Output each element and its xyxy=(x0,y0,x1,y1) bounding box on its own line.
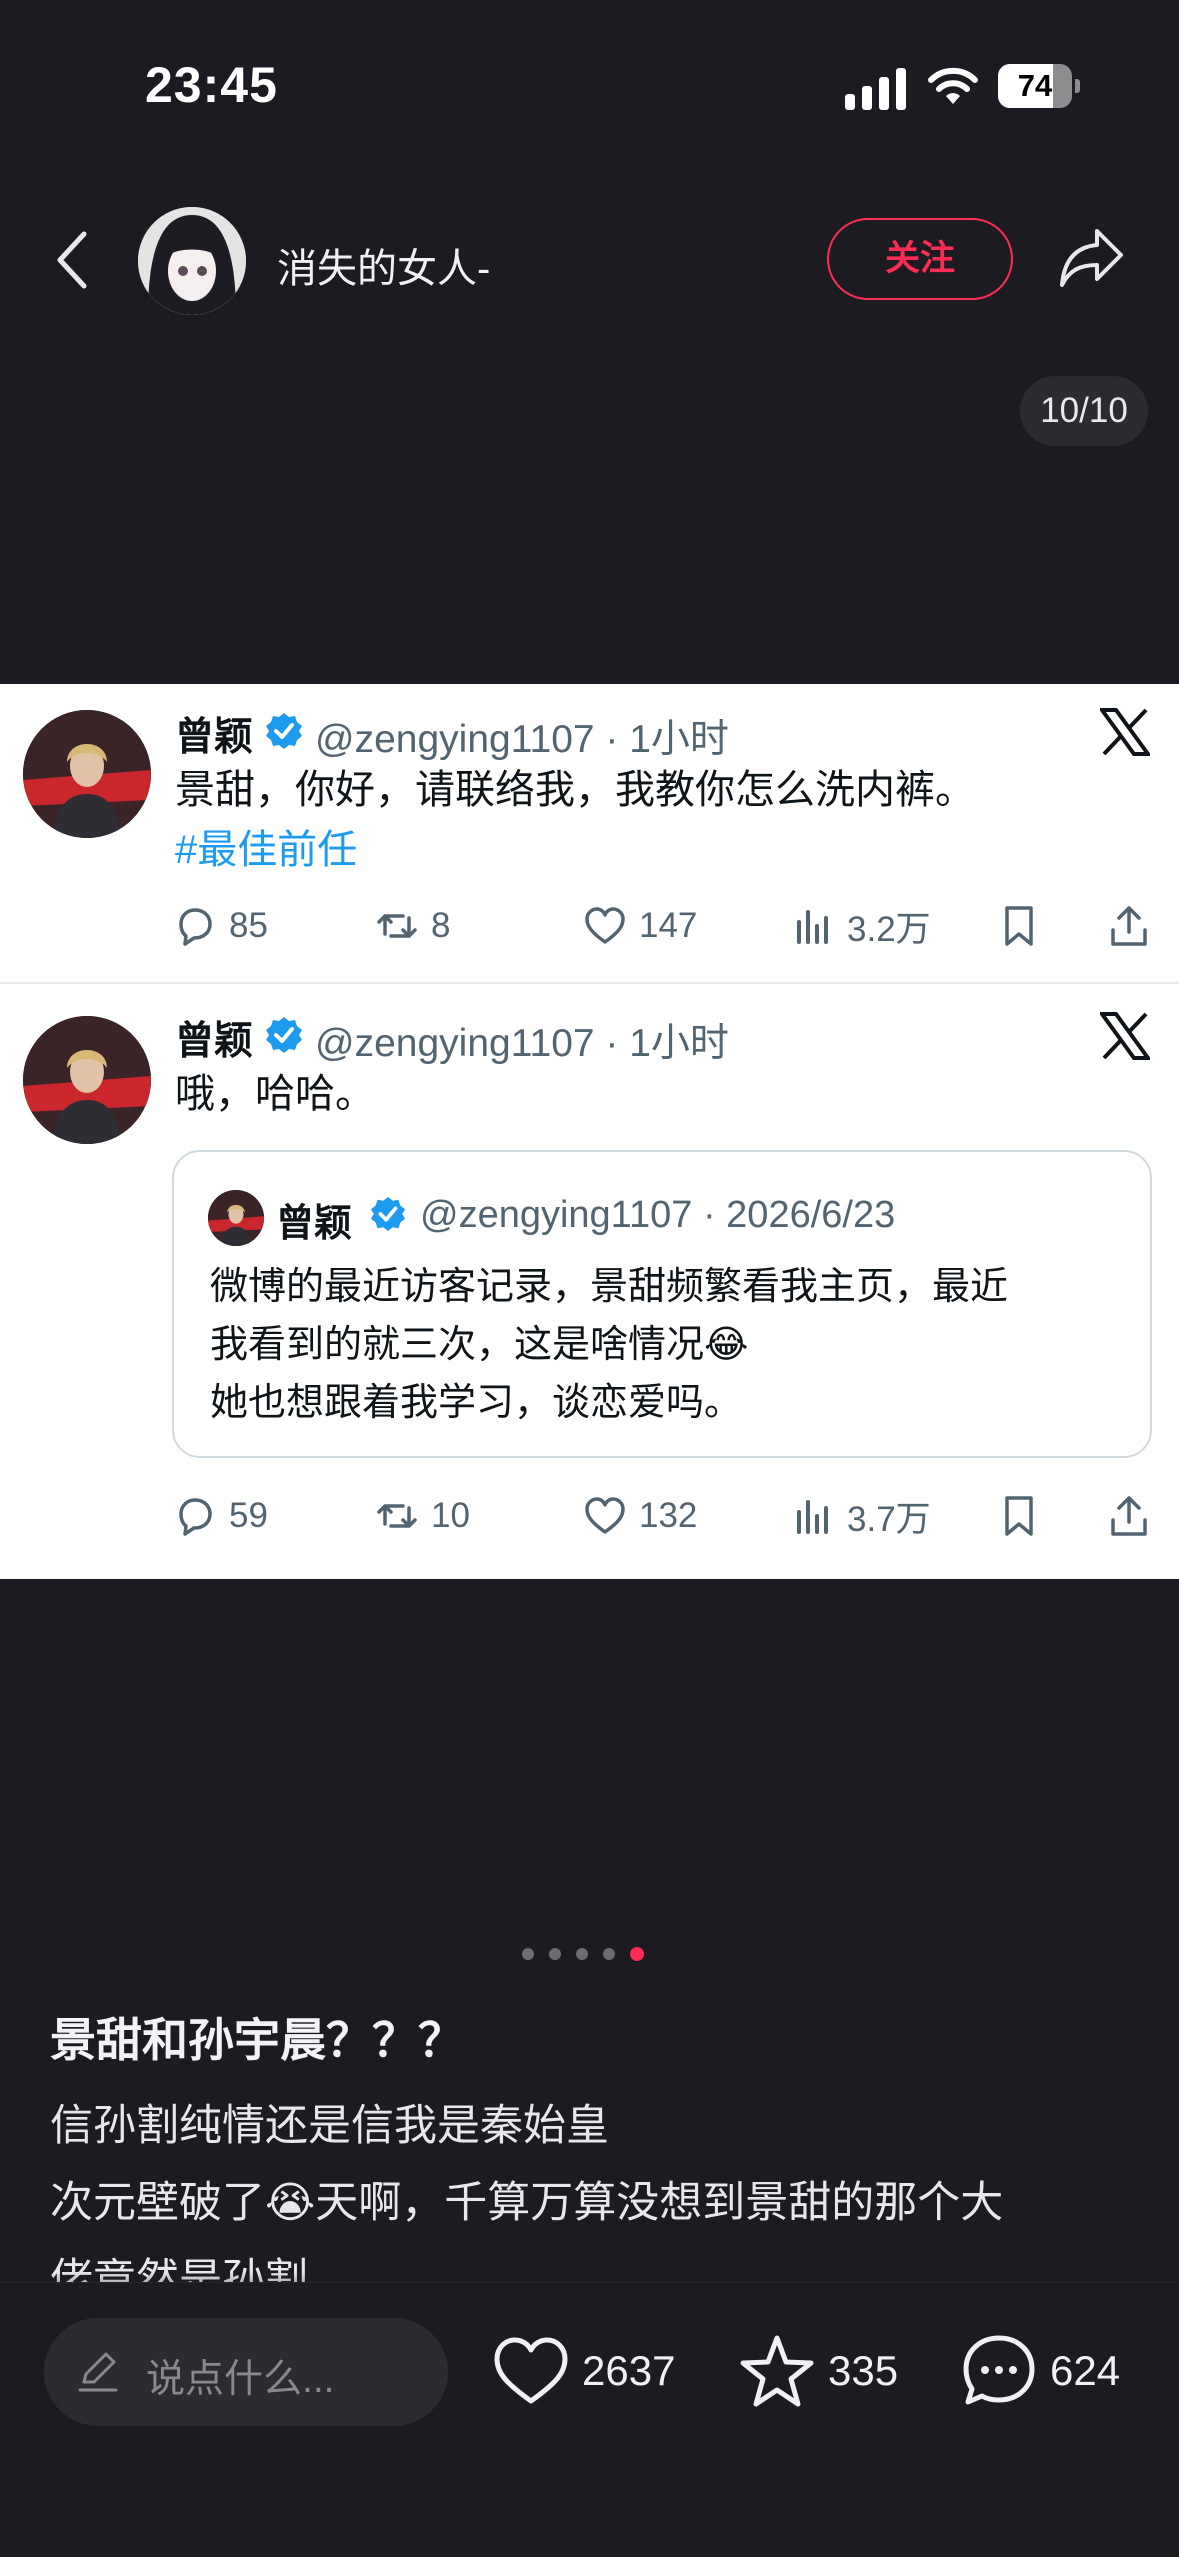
view-count: 3.7万 xyxy=(847,1499,931,1539)
x-logo-icon xyxy=(1100,1012,1150,1060)
x-logo-icon xyxy=(1100,708,1150,756)
comment-post-button[interactable]: 624 xyxy=(960,2321,1120,2421)
views-chart-icon xyxy=(797,910,828,944)
like-count: 147 xyxy=(639,906,698,945)
retweet-icon xyxy=(377,914,417,938)
status-bar: 23:45 74 xyxy=(0,0,1179,170)
pager-dot xyxy=(576,1948,588,1960)
battery-icon: 74 xyxy=(998,64,1080,108)
retweet-button[interactable]: 8 xyxy=(375,896,450,956)
retweet-icon xyxy=(377,1504,417,1528)
quoted-tweet-line: 她也想跟着我学习，谈恋爱吗。 xyxy=(210,1382,743,1424)
tweet-actions: 85 8 147 3.2万 xyxy=(0,896,1179,956)
tweet-share-button[interactable] xyxy=(1107,1486,1163,1546)
reply-count: 59 xyxy=(229,1496,268,1535)
pencil-icon xyxy=(78,2352,118,2392)
upload-share-icon xyxy=(1111,1496,1147,1536)
like-count: 2637 xyxy=(582,2347,676,2394)
quoted-tweet-avatar xyxy=(208,1190,264,1246)
quoted-tweet-text: 微博的最近访客记录，景甜频繁看我主页，最近 我看到的就三次，这是啥情况😂 她也想… xyxy=(210,1258,1140,1432)
back-icon[interactable] xyxy=(50,228,98,292)
share-icon[interactable] xyxy=(1057,225,1127,291)
reply-icon xyxy=(179,1498,212,1536)
tweet-text: 哦，哈哈。 xyxy=(175,1072,375,1116)
verified-badge-icon xyxy=(266,1017,302,1053)
tweet-avatar xyxy=(23,1016,151,1144)
bookmark-button[interactable] xyxy=(997,1486,1053,1546)
post-description-line: 次元壁破了😭天啊，千算万算没想到景甜的那个大 xyxy=(50,2179,1004,2227)
bottom-action-bar: 说点什么... 2637 335 624 xyxy=(0,2282,1179,2557)
retweet-count: 10 xyxy=(431,1496,470,1535)
pager-dot xyxy=(522,1948,534,1960)
image-page-counter: 10/10 xyxy=(1020,376,1148,446)
star-outline-icon xyxy=(740,2335,814,2407)
bookmark-button[interactable] xyxy=(997,896,1053,956)
like-post-button[interactable]: 2637 xyxy=(492,2321,675,2421)
status-time: 23:45 xyxy=(145,57,278,113)
tweet-author-name: 曾颖 xyxy=(175,1020,254,1063)
like-button[interactable]: 132 xyxy=(583,1486,697,1546)
bookmark-icon xyxy=(1005,906,1033,946)
retweet-count: 8 xyxy=(431,906,451,945)
tweet-avatar xyxy=(23,710,151,838)
user-avatar[interactable] xyxy=(138,207,246,315)
upload-share-icon xyxy=(1111,906,1147,946)
follow-button[interactable]: 关注 xyxy=(827,218,1013,300)
tweet-actions: 59 10 132 3.7万 xyxy=(0,1486,1179,1546)
bookmark-icon xyxy=(1005,1496,1033,1536)
heart-icon xyxy=(585,1497,625,1534)
favorite-count: 335 xyxy=(828,2347,899,2394)
pager-dot-active xyxy=(630,1947,644,1961)
views-button[interactable]: 3.2万 xyxy=(791,896,931,956)
heart-icon xyxy=(585,907,625,944)
pager-dot xyxy=(603,1948,615,1960)
tweet-text-line: 景甜，你好，请联络我，我教你怎么洗内裤。 xyxy=(175,768,975,812)
favorite-post-button[interactable]: 335 xyxy=(738,2321,898,2421)
tweet-author-name: 曾颖 xyxy=(175,716,254,759)
post-description-line: 信孙割纯情还是信我是秦始皇 xyxy=(50,2102,609,2150)
post-description[interactable]: 信孙割纯情还是信我是秦始皇 次元壁破了😭天啊，千算万算没想到景甜的那个大 佬竟然… xyxy=(50,2088,1140,2298)
post-title: 景甜和孙宇晨？？？ xyxy=(50,2014,464,2066)
tweet-text: 景甜，你好，请联络我，我教你怎么洗内裤。 #最佳前任 xyxy=(175,760,975,880)
reply-button[interactable]: 85 xyxy=(173,896,268,956)
views-chart-icon xyxy=(797,1500,828,1534)
username[interactable]: 消失的女人- xyxy=(277,236,490,294)
verified-badge-icon xyxy=(266,713,302,749)
comment-bubble-icon xyxy=(963,2335,1035,2405)
like-count: 132 xyxy=(639,1496,698,1535)
quoted-tweet-line: 我看到的就三次，这是啥情况😂 xyxy=(210,1324,749,1366)
wifi-icon xyxy=(928,67,978,104)
comment-count: 624 xyxy=(1050,2347,1121,2394)
views-button[interactable]: 3.7万 xyxy=(791,1486,931,1546)
pager-dot xyxy=(549,1948,561,1960)
post-image[interactable]: 曾颖 @zengying1107 · 1小时 景甜，你好，请联络我，我教你怎么洗… xyxy=(0,684,1179,1579)
view-count: 3.2万 xyxy=(847,909,931,949)
quoted-tweet-line: 微博的最近访客记录，景甜频繁看我主页，最近 xyxy=(210,1266,1009,1308)
tweet-divider xyxy=(0,982,1179,984)
tweet-share-button[interactable] xyxy=(1107,896,1163,956)
quoted-tweet-handle-date: @zengying1107 · 2026/6/23 xyxy=(420,1194,896,1236)
quoted-tweet-author: 曾颖 xyxy=(276,1203,353,1245)
comment-placeholder: 说点什么... xyxy=(146,2358,335,2401)
image-pager-dots xyxy=(522,1946,652,1962)
retweet-button[interactable]: 10 xyxy=(375,1486,470,1546)
heart-outline-icon xyxy=(494,2337,568,2404)
verified-badge-icon xyxy=(370,1196,406,1232)
tweet-hashtag-link[interactable]: #最佳前任 xyxy=(175,820,975,880)
tweet-handle-time: @zengying1107 · 1小时 xyxy=(315,718,729,761)
like-button[interactable]: 147 xyxy=(583,896,697,956)
cellular-signal-icon xyxy=(845,68,906,110)
reply-count: 85 xyxy=(229,906,268,945)
reply-button[interactable]: 59 xyxy=(173,1486,268,1546)
tweet-handle-time: @zengying1107 · 1小时 xyxy=(315,1022,729,1065)
battery-level: 74 xyxy=(1017,68,1053,103)
reply-icon xyxy=(179,908,212,946)
comment-input[interactable]: 说点什么... xyxy=(44,2318,448,2426)
